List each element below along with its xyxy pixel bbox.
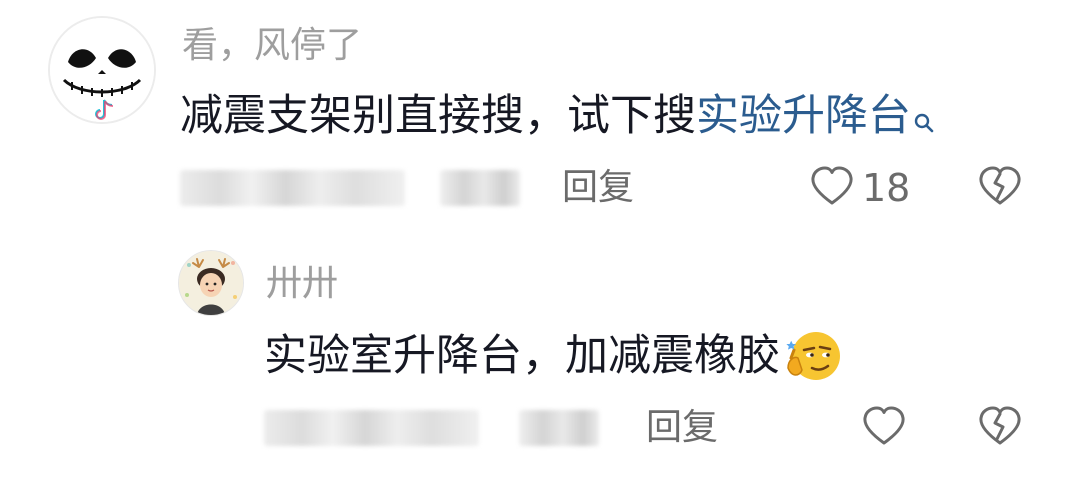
reply-text-plain: 实验室升降台，加减震橡胶 xyxy=(264,331,780,381)
comment-location-blurred xyxy=(440,170,520,206)
reply-avatar-image xyxy=(179,251,243,315)
heart-outline-icon xyxy=(810,166,854,210)
like-button[interactable]: 18 xyxy=(810,164,910,212)
search-suggestion-link[interactable]: 实验升降台 xyxy=(696,91,911,141)
reply-button[interactable]: 回复 xyxy=(562,166,634,210)
reply-dislike-button[interactable] xyxy=(978,404,1022,452)
reply-meta-row: 回复 xyxy=(264,404,1050,454)
broken-heart-icon xyxy=(978,166,1022,210)
reply-timestamp-blurred xyxy=(264,410,479,446)
reply-avatar[interactable] xyxy=(178,250,244,316)
comment-thread: 看，风停了 减震支架别直接搜，试下搜实验升降台 回复 18 卅卅 实验室升降台，… xyxy=(0,0,1080,480)
broken-heart-icon xyxy=(978,406,1022,450)
comment-text-plain: 减震支架别直接搜，试下搜 xyxy=(180,91,696,141)
reply-location-blurred xyxy=(519,410,599,446)
comment-username[interactable]: 看，风停了 xyxy=(182,24,362,68)
heart-outline-icon xyxy=(862,406,906,450)
smirk-emoji-icon xyxy=(782,328,842,396)
dislike-button[interactable] xyxy=(978,164,1022,212)
like-count: 18 xyxy=(862,166,911,210)
reply-username[interactable]: 卅卅 xyxy=(266,262,338,306)
avatar[interactable] xyxy=(48,16,156,124)
skull-avatar-image xyxy=(50,18,154,122)
reply-like-button[interactable] xyxy=(862,404,906,452)
reply-text: 实验室升降台，加减震橡胶 xyxy=(264,330,842,396)
comment-text: 减震支架别直接搜，试下搜实验升降台 xyxy=(180,90,935,146)
comment-timestamp-blurred xyxy=(180,170,405,206)
reply-reply-button[interactable]: 回复 xyxy=(646,406,718,450)
search-icon[interactable] xyxy=(913,94,935,146)
comment-meta-row: 回复 18 xyxy=(180,164,1050,214)
